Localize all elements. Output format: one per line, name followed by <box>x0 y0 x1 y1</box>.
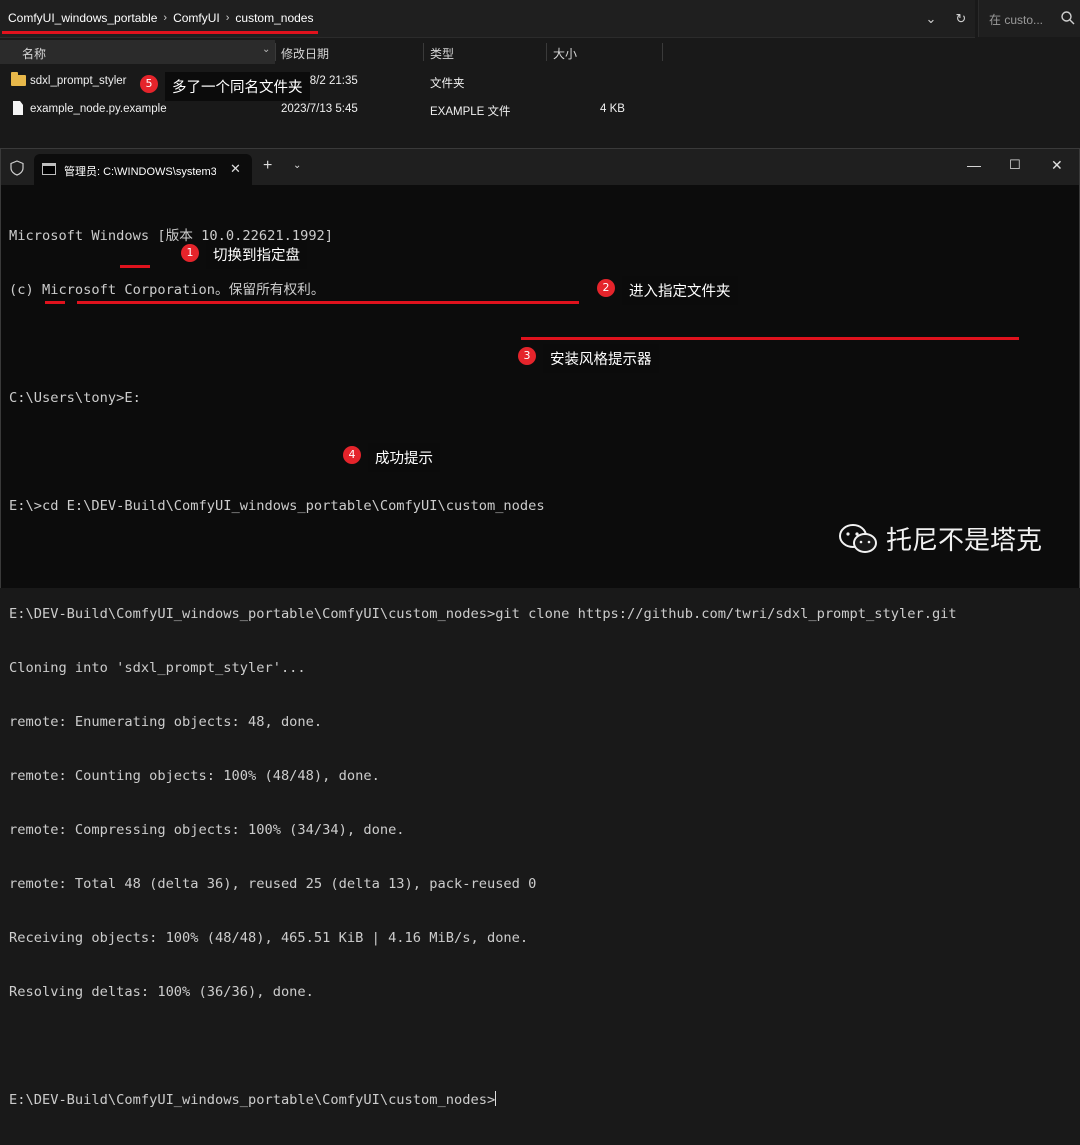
annotation-note-2: 进入指定文件夹 <box>622 276 738 305</box>
annotation-badge-1: 1 <box>181 244 199 262</box>
breadcrumb-item[interactable]: ComfyUI_windows_portable <box>8 11 157 25</box>
column-divider[interactable] <box>275 43 276 61</box>
file-icon <box>13 101 23 115</box>
file-size: 4 KB <box>600 103 625 115</box>
highlight-underline <box>120 265 150 268</box>
column-name-label[interactable]: 名称 <box>22 45 46 62</box>
file-row[interactable]: example_node.py.example 2023/7/13 5:45 E… <box>0 97 1080 123</box>
annotation-note-1: 切换到指定盘 <box>206 240 307 269</box>
search-icon[interactable] <box>1059 9 1077 27</box>
column-divider[interactable] <box>546 43 547 61</box>
console-line: (c) Microsoft Corporation。保留所有权利。 <box>9 282 325 298</box>
folder-icon <box>11 72 26 86</box>
console-output[interactable]: Microsoft Windows [版本 10.0.22621.1992] (… <box>9 191 957 1145</box>
file-name: sdxl_prompt_styler <box>30 75 127 87</box>
refresh-icon[interactable]: ↻ <box>951 9 971 29</box>
console-line: E:\DEV-Build\ComfyUI_windows_portable\Co… <box>9 1091 957 1109</box>
wechat-icon <box>839 523 877 553</box>
highlight-underline <box>2 31 318 34</box>
chevron-down-icon[interactable]: ⌄ <box>262 44 270 55</box>
console-line: Cloning into 'sdxl_prompt_styler'... <box>9 660 306 676</box>
search-input[interactable]: 在 custo... <box>989 11 1043 28</box>
console-line: remote: Total 48 (delta 36), reused 25 (… <box>9 876 537 892</box>
annotation-badge-2: 2 <box>597 279 615 297</box>
address-bar[interactable]: ComfyUI_windows_portable › ComfyUI › cus… <box>0 0 975 38</box>
file-type: EXAMPLE 文件 <box>430 106 511 118</box>
new-tab-icon[interactable]: + <box>263 157 272 175</box>
search-box[interactable]: 在 custo... <box>978 0 1080 37</box>
breadcrumb-item[interactable]: ComfyUI <box>173 11 220 25</box>
watermark: 托尼不是塔克 <box>838 520 1042 557</box>
minimize-icon[interactable]: — <box>967 157 981 173</box>
file-name: example_node.py.example <box>30 103 167 115</box>
chevron-right-icon: › <box>163 12 168 24</box>
tab-title: 管理员: C:\WINDOWS\system3 <box>64 166 216 178</box>
close-icon[interactable]: ✕ <box>1051 157 1063 174</box>
column-type-label[interactable]: 类型 <box>430 45 454 62</box>
chevron-down-icon[interactable]: ⌄ <box>921 9 941 29</box>
watermark-text: 托尼不是塔克 <box>886 526 1043 556</box>
annotation-badge-3: 3 <box>518 347 536 365</box>
chevron-right-icon: › <box>225 12 230 24</box>
terminal-tab[interactable]: 管理员: C:\WINDOWS\system3 ✕ <box>34 154 252 185</box>
file-modified: 2023/7/13 5:45 <box>281 103 358 115</box>
annotation-note-5: 多了一个同名文件夹 <box>165 72 310 101</box>
column-header: 名称 ⌄ 修改日期 类型 大小 <box>0 40 1080 64</box>
console-line: remote: Enumerating objects: 48, done. <box>9 714 323 730</box>
console-line: E:\>cd E:\DEV-Build\ComfyUI_windows_port… <box>9 498 545 514</box>
console-line: Resolving deltas: 100% (36/36), done. <box>9 984 314 1000</box>
breadcrumb-item[interactable]: custom_nodes <box>235 11 313 25</box>
terminal-titlebar: 管理员: C:\WINDOWS\system3 ✕ + ⌄ — ☐ ✕ <box>1 149 1079 185</box>
file-type: 文件夹 <box>430 78 465 90</box>
annotation-note-4: 成功提示 <box>368 443 440 472</box>
maximize-icon[interactable]: ☐ <box>1009 157 1021 173</box>
cmd-icon <box>42 163 56 175</box>
column-size-label[interactable]: 大小 <box>553 45 577 62</box>
breadcrumb: ComfyUI_windows_portable › ComfyUI › cus… <box>8 11 313 25</box>
annotation-note-3: 安装风格提示器 <box>543 344 659 373</box>
console-line: E:\DEV-Build\ComfyUI_windows_portable\Co… <box>9 606 957 622</box>
console-line: remote: Compressing objects: 100% (34/34… <box>9 822 405 838</box>
console-line: C:\Users\tony>E: <box>9 390 141 406</box>
prompt-text: E:\DEV-Build\ComfyUI_windows_portable\Co… <box>9 1092 496 1108</box>
column-divider[interactable] <box>423 43 424 61</box>
column-divider[interactable] <box>662 43 663 61</box>
chevron-down-icon[interactable]: ⌄ <box>293 160 301 171</box>
highlight-underline <box>77 301 579 304</box>
shield-icon <box>10 160 24 176</box>
console-line: Microsoft Windows [版本 10.0.22621.1992] <box>9 228 334 244</box>
console-line: Receiving objects: 100% (48/48), 465.51 … <box>9 930 529 946</box>
annotation-badge-5: 5 <box>140 75 158 93</box>
text-cursor <box>495 1091 497 1106</box>
annotation-badge-4: 4 <box>343 446 361 464</box>
file-row[interactable]: sdxl_prompt_styler 2023/8/2 21:35 文件夹 <box>0 69 1080 95</box>
column-modified-label[interactable]: 修改日期 <box>281 45 329 62</box>
highlight-underline <box>521 337 1019 340</box>
console-line: remote: Counting objects: 100% (48/48), … <box>9 768 380 784</box>
file-explorer: ComfyUI_windows_portable › ComfyUI › cus… <box>0 0 1080 150</box>
highlight-underline <box>45 301 65 304</box>
close-tab-icon[interactable]: ✕ <box>230 161 241 177</box>
